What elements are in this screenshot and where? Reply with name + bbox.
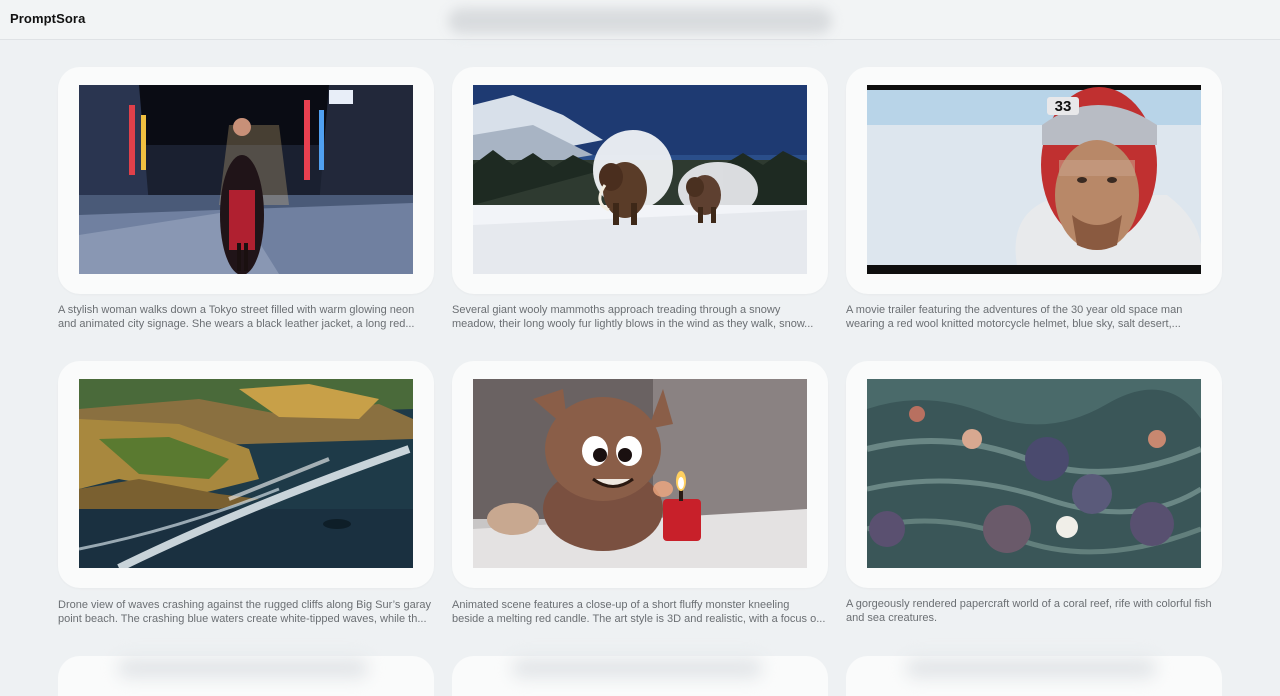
video-caption: A gorgeously rendered papercraft world o… <box>846 597 1222 625</box>
video-caption: Drone view of waves crashing against the… <box>58 598 434 626</box>
monster-image <box>473 379 807 568</box>
blurred-search-bar <box>448 8 832 34</box>
video-card[interactable] <box>452 656 828 696</box>
helmet-number: 33 <box>1055 98 1072 115</box>
mammoths-image <box>473 85 807 274</box>
big-sur-image <box>79 379 413 568</box>
caption-line: A movie trailer featuring the adventures… <box>846 304 1183 316</box>
caption-line: wearing a red wool knitted motorcycle he… <box>846 318 1181 330</box>
caption-line: Drone view of waves crashing against the… <box>58 599 431 611</box>
top-bar: PromptSora <box>0 0 1280 40</box>
video-card[interactable] <box>58 361 434 588</box>
caption-line: and sea creatures. <box>846 612 938 624</box>
caption-line: and animated city signage. She wears a b… <box>58 318 415 330</box>
app-logo[interactable]: PromptSora <box>10 11 85 26</box>
tokyo-street-image <box>79 85 413 274</box>
card-top-fade <box>118 658 368 678</box>
spaceman-image: 33 <box>867 85 1201 274</box>
video-card[interactable] <box>58 67 434 294</box>
mammoths-thumbnail[interactable] <box>473 85 807 274</box>
caption-line: point beach. The crashing blue waters cr… <box>58 613 427 625</box>
video-caption: Several giant wooly mammoths approach tr… <box>452 303 828 331</box>
video-caption: A stylish woman walks down a Tokyo stree… <box>58 303 434 331</box>
video-caption: Animated scene features a close-up of a … <box>452 598 828 626</box>
video-card[interactable] <box>452 361 828 588</box>
papercraft-reef-thumbnail[interactable] <box>867 379 1201 568</box>
video-card[interactable] <box>846 361 1222 588</box>
caption-line: Several giant wooly mammoths approach tr… <box>452 304 781 316</box>
caption-line: A stylish woman walks down a Tokyo stree… <box>58 304 415 316</box>
fluffy-monster-thumbnail[interactable] <box>473 379 807 568</box>
video-card[interactable] <box>58 656 434 696</box>
caption-line: beside a melting red candle. The art sty… <box>452 613 826 625</box>
card-top-fade <box>906 658 1156 678</box>
video-grid: A stylish woman walks down a Tokyo stree… <box>0 40 1280 696</box>
card-top-fade <box>512 658 762 678</box>
video-card[interactable] <box>846 656 1222 696</box>
big-sur-cliffs-thumbnail[interactable] <box>79 379 413 568</box>
video-card[interactable]: 33 <box>846 67 1222 294</box>
caption-line: meadow, their long wooly fur lightly blo… <box>452 318 814 330</box>
caption-line: Animated scene features a close-up of a … <box>452 599 790 611</box>
tokyo-street-thumbnail[interactable] <box>79 85 413 274</box>
reef-image <box>867 379 1201 568</box>
video-card[interactable] <box>452 67 828 294</box>
caption-line: A gorgeously rendered papercraft world o… <box>846 598 1212 610</box>
video-caption: A movie trailer featuring the adventures… <box>846 303 1222 331</box>
spaceman-thumbnail[interactable]: 33 <box>867 85 1201 274</box>
